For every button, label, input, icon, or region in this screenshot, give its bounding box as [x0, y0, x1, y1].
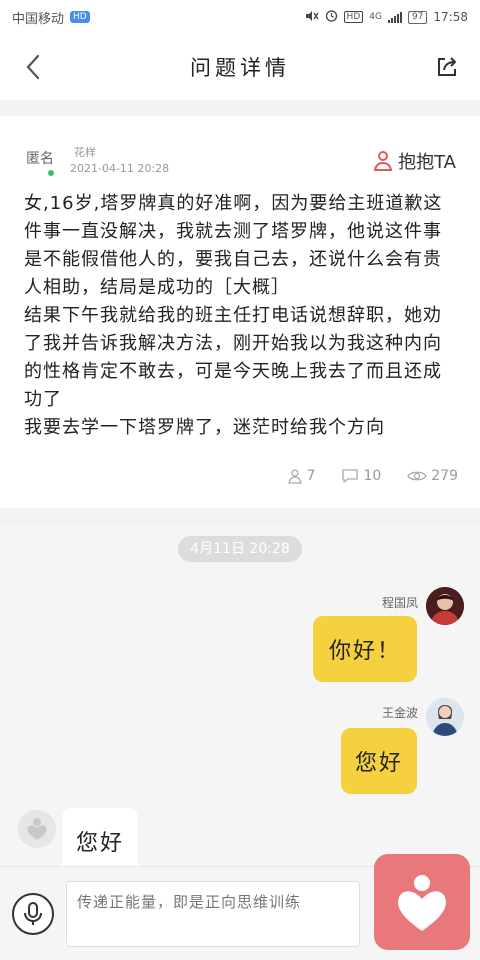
share-icon: [438, 57, 456, 76]
divider: [0, 100, 480, 116]
hug-floating-button[interactable]: [374, 854, 470, 950]
comment-count[interactable]: 10: [341, 468, 381, 484]
eye-icon: [407, 471, 428, 481]
hug-ta-label: 抱抱TA: [398, 152, 456, 173]
hug-ta-button[interactable]: 抱抱TA: [374, 148, 456, 174]
hug-count[interactable]: 7: [287, 468, 316, 484]
status-bar: 中国移动 HD HD 4G 97 17:58: [0, 0, 480, 34]
sender-name: 王金波: [381, 706, 418, 720]
divider: [0, 508, 480, 524]
share-button[interactable]: [432, 52, 462, 82]
chat-bubble-outgoing: 你好！: [313, 616, 417, 682]
signal-icon: [387, 11, 402, 23]
author-row: 匿名 花样 2021-04-11 20:28 抱抱TA: [26, 144, 456, 184]
author-name: 匿名: [26, 151, 54, 167]
author-tag: 花样: [74, 146, 96, 159]
status-time: 17:58: [433, 10, 468, 24]
message-input[interactable]: [66, 881, 360, 947]
heart-person-icon: [398, 875, 446, 931]
view-count: 279: [407, 468, 458, 484]
page-title: 问题详情: [190, 56, 290, 80]
voice-button[interactable]: [12, 893, 54, 935]
mute-icon: [305, 10, 319, 25]
chat-bubble-outgoing: 您好: [341, 728, 417, 794]
chevron-left-icon: [26, 54, 40, 80]
microphone-icon: [24, 902, 42, 925]
hug-count-value: 7: [306, 468, 316, 484]
chat-area: 4月11日 20:28 程国凤 你好！ 王金波 您好 您好: [0, 524, 480, 874]
hug-icon: [287, 469, 302, 484]
avatar[interactable]: [426, 587, 464, 625]
hd-badge: HD: [70, 11, 90, 23]
chat-timestamp: 4月11日 20:28: [178, 536, 302, 562]
comment-count-value: 10: [363, 468, 382, 484]
header: 问题详情: [0, 34, 480, 100]
post-date: 2021-04-11 20:28: [70, 162, 170, 175]
avatar[interactable]: [426, 698, 464, 736]
battery-level: 97: [407, 10, 428, 24]
network-type: 4G: [369, 12, 382, 22]
person-icon: [374, 151, 393, 171]
question-card: 匿名 花样 2021-04-11 20:28 抱抱TA 女,16岁,塔罗牌真的好…: [0, 116, 480, 508]
online-indicator: [48, 170, 54, 176]
question-body: 女,16岁,塔罗牌真的好准啊，因为要给主班道歉这件事一直没解决，我就去测了塔罗牌…: [24, 193, 443, 438]
sender-name: 程国凤: [381, 596, 418, 610]
hd-icon: HD: [343, 11, 364, 23]
avatar-placeholder[interactable]: [18, 810, 56, 848]
comment-icon: [342, 469, 359, 483]
heart-person-icon: [18, 810, 56, 848]
carrier-name: 中国移动: [12, 11, 65, 27]
stats-row: 7 10 279: [287, 468, 458, 484]
chat-bubble-incoming: 您好: [62, 808, 138, 874]
back-button[interactable]: [18, 52, 48, 82]
view-count-value: 279: [431, 468, 458, 484]
alarm-icon: [325, 9, 338, 25]
